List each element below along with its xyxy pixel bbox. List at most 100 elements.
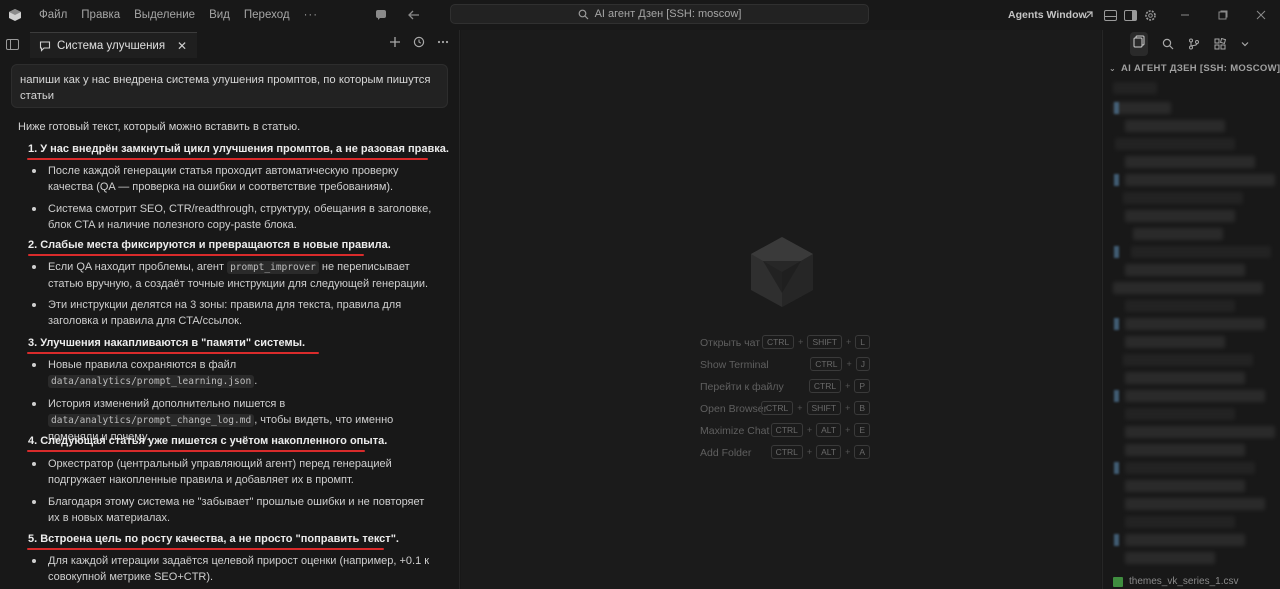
extensions-icon[interactable] xyxy=(1214,38,1226,50)
shortcut-label: Открыть чат xyxy=(700,337,761,349)
red-underline xyxy=(27,158,428,160)
blurred-file-row xyxy=(1125,336,1225,348)
plus-sign: + xyxy=(846,337,852,347)
key-cap: L xyxy=(855,335,870,349)
history-clock-icon[interactable] xyxy=(413,36,425,48)
blurred-file-row xyxy=(1125,156,1255,168)
blurred-file-icon xyxy=(1114,462,1119,474)
key-cap: SHIFT xyxy=(806,401,842,415)
shortcut-row: Open Browser CTRL + SHIFT + B xyxy=(700,400,870,422)
shortcut-label: Show Terminal xyxy=(700,359,769,371)
list-item-heading: 4. Следующая статья уже пишется с учётом… xyxy=(28,435,388,447)
menu-more[interactable]: ··· xyxy=(297,9,326,21)
new-chat-plus-icon[interactable] xyxy=(389,36,401,48)
key-cap: CTRL xyxy=(770,445,803,459)
restore-icon[interactable] xyxy=(1215,7,1231,23)
blurred-file-row xyxy=(1125,552,1215,564)
blurred-file-row xyxy=(1125,120,1225,132)
list-item: Благодаря этому система не "забывает" пр… xyxy=(32,494,438,526)
menu-selection[interactable]: Выделение xyxy=(127,9,202,21)
blurred-file-row xyxy=(1125,210,1235,222)
plus-sign: + xyxy=(845,403,851,413)
blurred-file-row xyxy=(1125,480,1245,492)
menu-file[interactable]: Файл xyxy=(32,9,74,21)
toggle-panel-icon[interactable] xyxy=(1102,7,1118,23)
menu-go[interactable]: Переход xyxy=(237,9,297,21)
shortcut-keys: CTRL + P xyxy=(808,379,870,393)
list-item: Новые правила сохраняются в файл data/an… xyxy=(32,357,438,390)
plus-sign: + xyxy=(845,425,851,435)
key-cap: CTRL xyxy=(810,357,843,371)
back-arrow-icon[interactable] xyxy=(405,7,421,23)
shortcut-row: Maximize Chat CTRL + ALT + E xyxy=(700,422,870,444)
agents-window-button[interactable]: Agents Window xyxy=(1008,9,1087,21)
chat-icon[interactable] xyxy=(373,7,389,23)
blurred-file-row xyxy=(1133,228,1223,240)
cursor-logo-icon xyxy=(751,237,813,307)
key-cap: ALT xyxy=(816,423,842,437)
shortcut-row: Перейти к файлу CTRL + P xyxy=(700,378,870,400)
gear-icon[interactable] xyxy=(1142,7,1158,23)
blurred-file-row xyxy=(1113,102,1171,114)
list-item-heading: 3. Улучшения накапливаются в "памяти" си… xyxy=(28,337,306,349)
menu-edit[interactable]: Правка xyxy=(74,9,127,21)
close-icon[interactable]: ✕ xyxy=(175,39,189,53)
key-cap: CTRL xyxy=(770,423,803,437)
chat-panel: Система улучшения ... ✕ напиши как у нас… xyxy=(0,30,460,589)
blurred-file-icon xyxy=(1114,318,1119,330)
list-item: Эти инструкции делятся на 3 зоны: правил… xyxy=(32,297,438,329)
blurred-file-icon xyxy=(1114,390,1119,402)
blurred-file-row xyxy=(1125,426,1275,438)
blurred-file-row xyxy=(1113,82,1157,94)
list-item: Система смотрит SEO, CTR/readthrough, ст… xyxy=(32,201,438,233)
list-item-heading: 1. У нас внедрён замкнутый цикл улучшени… xyxy=(28,143,449,155)
explorer-title: AI АГЕНТ ДЗЕН [SSH: MOSCOW] xyxy=(1121,63,1280,74)
title-bar: Файл Правка Выделение Вид Переход ··· AI… xyxy=(0,0,1280,30)
blurred-file-row xyxy=(1125,174,1275,186)
menu-view[interactable]: Вид xyxy=(202,9,237,21)
shortcut-label: Add Folder xyxy=(700,447,752,459)
blurred-file-row xyxy=(1125,390,1265,402)
blurred-file-row xyxy=(1125,372,1245,384)
editor-empty-area: Открыть чат CTRL + SHIFT + L Show Terminal CTRL… xyxy=(461,30,1101,589)
command-center-search[interactable]: AI агент Дзен [SSH: moscow] xyxy=(450,4,869,24)
blurred-file-row xyxy=(1125,498,1265,510)
chevron-down-icon[interactable] xyxy=(1240,39,1250,49)
blurred-file-row xyxy=(1123,192,1243,204)
toggle-sidebar-icon[interactable] xyxy=(1122,7,1138,23)
menu-bar: Файл Правка Выделение Вид Переход ··· xyxy=(32,9,325,21)
key-cap: CTRL xyxy=(761,335,795,349)
explorer-header[interactable]: ⌄ AI АГЕНТ ДЗЕН [SSH: MOSCOW] xyxy=(1109,63,1280,74)
chat-actions xyxy=(389,36,449,48)
search-text: AI агент Дзен [SSH: moscow] xyxy=(594,8,742,20)
key-cap: SHIFT xyxy=(807,335,842,349)
app-logo-icon[interactable] xyxy=(2,0,28,30)
blurred-file-row xyxy=(1131,246,1271,258)
file-item[interactable]: themes_vk_series_1.csv xyxy=(1113,576,1239,587)
plus-sign: + xyxy=(806,447,813,457)
minimize-icon[interactable] xyxy=(1177,7,1193,23)
shortcut-row: Открыть чат CTRL + SHIFT + L xyxy=(700,334,870,356)
sidebar-toggle-icon[interactable] xyxy=(6,37,19,55)
explorer-panel: ⌄ AI АГЕНТ ДЗЕН [SSH: MOSCOW] themes_vk_s… xyxy=(1102,30,1280,589)
list-item: После каждой генерации статья проходит а… xyxy=(32,163,438,195)
close-window-icon[interactable] xyxy=(1253,7,1269,23)
plus-sign: + xyxy=(797,403,803,413)
blurred-file-icon xyxy=(1114,174,1119,186)
key-cap: P xyxy=(854,379,870,393)
search-icon[interactable] xyxy=(1162,38,1174,50)
user-message[interactable]: напиши как у нас внедрена система улушен… xyxy=(11,64,448,108)
blurred-file-row xyxy=(1125,408,1235,420)
more-dots-icon[interactable] xyxy=(437,36,449,48)
key-cap: B xyxy=(854,401,870,415)
shortcut-keys: CTRL + ALT + A xyxy=(770,445,870,459)
files-icon[interactable] xyxy=(1130,32,1148,56)
red-underline xyxy=(27,450,365,452)
source-control-icon[interactable] xyxy=(1188,38,1200,50)
chat-tab-bar: Система улучшения ... ✕ xyxy=(0,30,459,58)
tab-chat[interactable]: Система улучшения ... ✕ xyxy=(30,32,197,58)
shortcut-hints: Открыть чат CTRL + SHIFT + L Show Terminal CTRL… xyxy=(700,334,870,466)
csv-file-icon xyxy=(1113,576,1123,587)
list-item-heading: 2. Слабые места фиксируются и превращают… xyxy=(28,239,391,251)
blurred-file-row xyxy=(1125,264,1245,276)
